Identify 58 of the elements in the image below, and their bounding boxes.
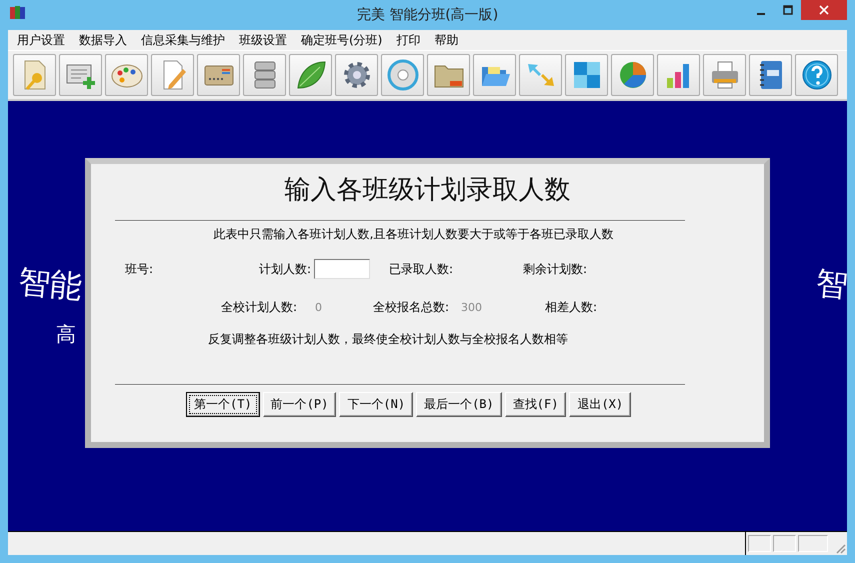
toolbar-button[interactable] bbox=[59, 54, 102, 96]
app-icon bbox=[10, 6, 26, 20]
field-label: 班号: bbox=[125, 260, 154, 278]
toolbar-button[interactable] bbox=[611, 54, 654, 96]
toolbar-button[interactable] bbox=[473, 54, 516, 96]
help-icon bbox=[800, 58, 834, 92]
dialog-title: 输入各班级计划录取人数 bbox=[284, 174, 572, 207]
field-value: 300 bbox=[461, 300, 483, 314]
close-button[interactable] bbox=[801, 0, 847, 20]
field-label: 相差人数: bbox=[545, 298, 598, 316]
toolbar-button[interactable] bbox=[703, 54, 746, 96]
background-text: 智能 bbox=[16, 261, 84, 308]
hint-text: 反复调整各班级计划人数，最终使全校计划人数与全校报名人数相等 bbox=[208, 331, 569, 348]
menu-item[interactable]: 帮助 bbox=[427, 32, 466, 48]
toolbar-button[interactable] bbox=[243, 54, 286, 96]
plan-input[interactable] bbox=[314, 259, 370, 279]
dialog-button[interactable]: 第一个(T) bbox=[186, 392, 260, 417]
field-label: 剩余计划数: bbox=[523, 260, 588, 278]
menu-item[interactable]: 数据导入 bbox=[72, 32, 134, 48]
close-icon bbox=[819, 5, 829, 15]
maximize-icon bbox=[782, 5, 792, 15]
menu-item[interactable]: 班级设置 bbox=[232, 32, 294, 48]
toolbar-button[interactable] bbox=[749, 54, 792, 96]
toolbar-button[interactable] bbox=[151, 54, 194, 96]
disc-icon bbox=[386, 58, 420, 92]
toolbar-button[interactable] bbox=[795, 54, 838, 96]
background-text: 智 bbox=[814, 262, 847, 306]
toolbar-button[interactable] bbox=[289, 54, 332, 96]
toolbar-button[interactable] bbox=[427, 54, 470, 96]
menu-item[interactable]: 用户设置 bbox=[10, 32, 72, 48]
dialog-button[interactable]: 查找(F) bbox=[504, 392, 566, 417]
toolbar-button[interactable] bbox=[565, 54, 608, 96]
instruction-text: 此表中只需输入各班计划人数,且各班计划人数要大于或等于各班已录取人数 bbox=[212, 226, 614, 243]
toolbar-button[interactable] bbox=[13, 54, 56, 96]
toolbar-button[interactable] bbox=[381, 54, 424, 96]
dialog-button[interactable]: 下一个(N) bbox=[339, 392, 414, 417]
dialog-button[interactable]: 最后一个(B) bbox=[416, 392, 502, 417]
status-panel bbox=[773, 535, 796, 552]
menu-item[interactable]: 确定班号(分班) bbox=[294, 32, 390, 48]
field-label: 全校报名总数: bbox=[373, 298, 450, 316]
toolbar-button[interactable] bbox=[197, 54, 240, 96]
toolbar-button[interactable] bbox=[105, 54, 148, 96]
field-value: 0 bbox=[315, 300, 323, 314]
field-label: 计划人数: bbox=[258, 260, 311, 278]
menu-item[interactable]: 信息采集与维护 bbox=[134, 32, 232, 48]
dialog-button[interactable]: 退出(X) bbox=[569, 392, 632, 417]
minimize-icon bbox=[756, 12, 764, 14]
field-label: 已录取人数: bbox=[389, 260, 454, 278]
toolbar-button[interactable] bbox=[335, 54, 378, 96]
menu-item[interactable]: 打印 bbox=[389, 32, 428, 48]
status-panel bbox=[798, 535, 828, 552]
background-subtext: 高 bbox=[56, 321, 76, 348]
field-label: 全校计划人数: bbox=[221, 298, 298, 316]
resize-grip-icon bbox=[834, 542, 846, 554]
toolbar-button[interactable] bbox=[657, 54, 700, 96]
dialog-button[interactable]: 前一个(P) bbox=[262, 392, 336, 417]
window-title: 完美 智能分班(高一版) bbox=[356, 6, 498, 24]
status-panel bbox=[748, 535, 771, 552]
